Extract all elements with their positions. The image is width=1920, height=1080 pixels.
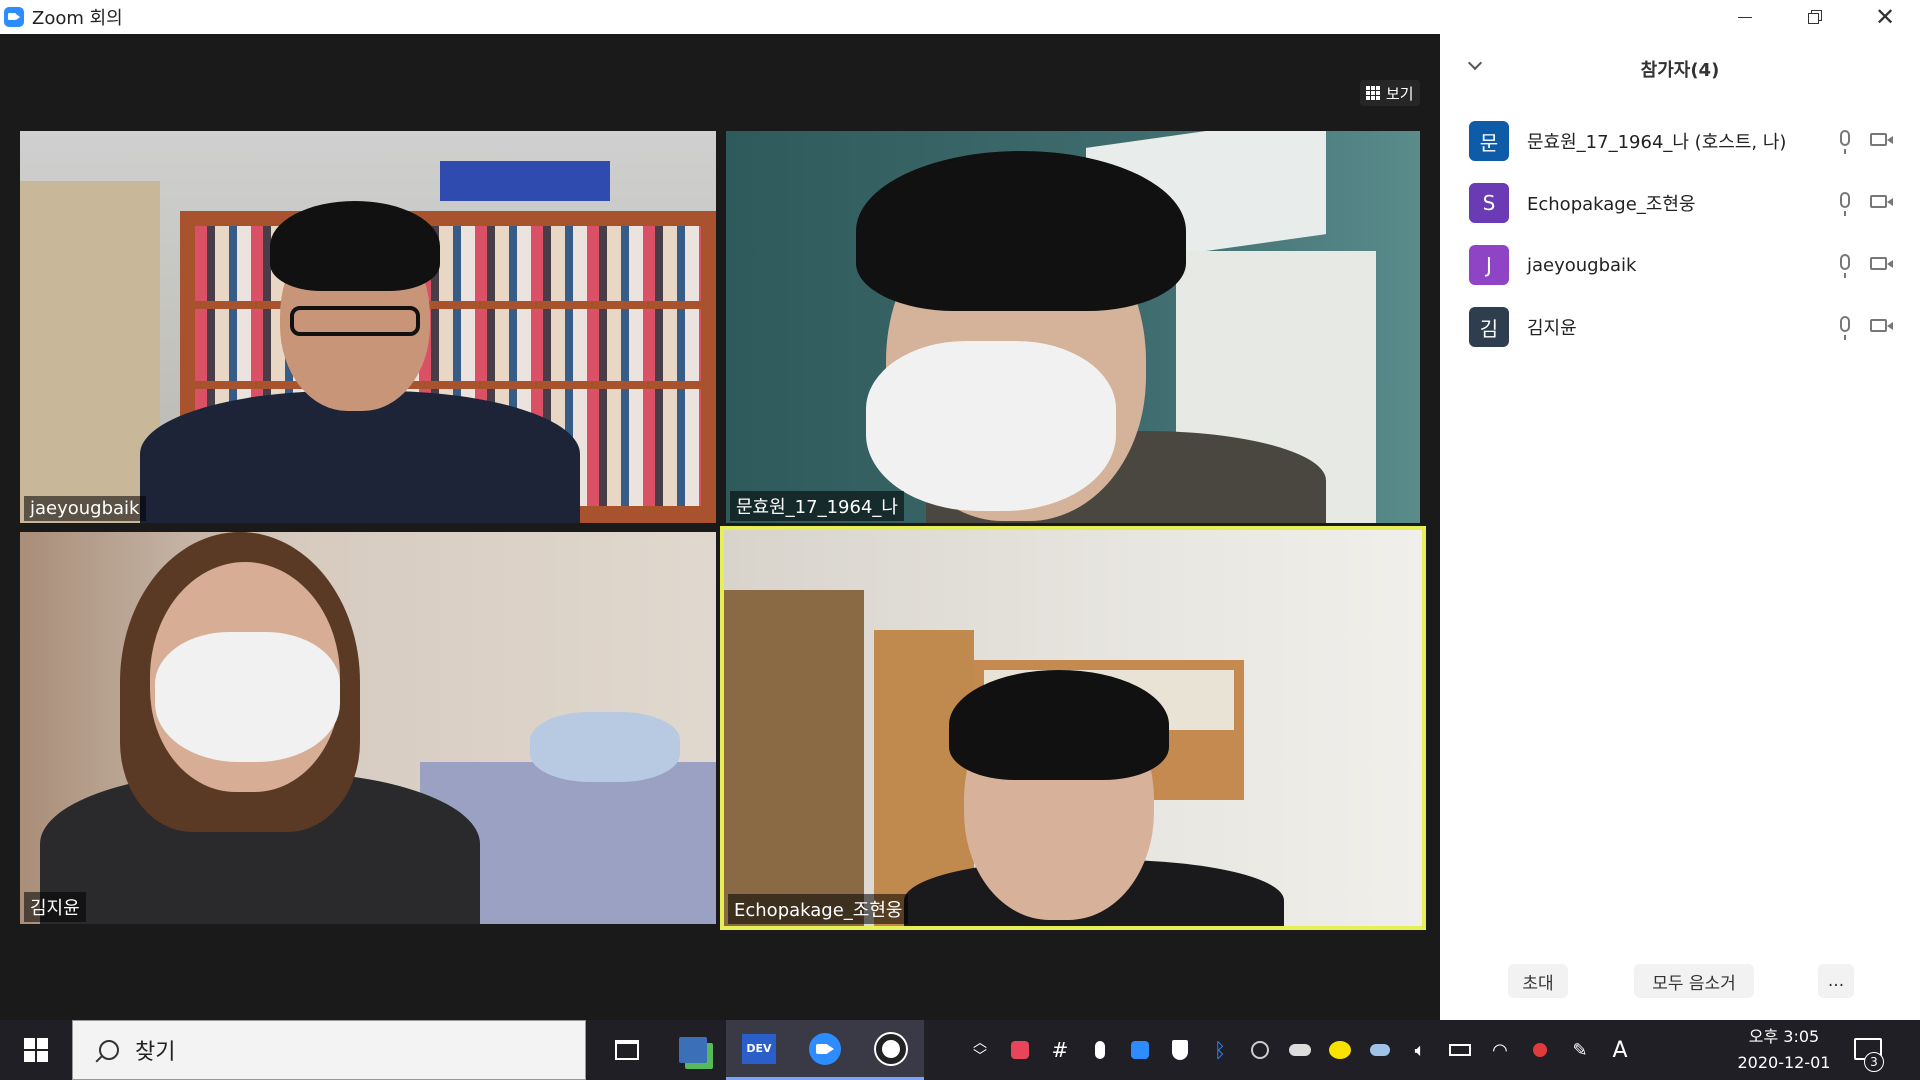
participants-header: 참가자(4): [1440, 34, 1920, 104]
avatar: S: [1469, 183, 1509, 223]
avatar: 김: [1469, 307, 1509, 347]
tray-network-error-icon[interactable]: [1520, 1020, 1560, 1080]
tile-name-label: jaeyougbaik: [24, 496, 146, 521]
restore-icon: [1808, 10, 1822, 24]
participant-row[interactable]: 김 김지윤: [1440, 296, 1920, 358]
start-button[interactable]: [0, 1020, 72, 1080]
taskbar-search-box[interactable]: 찾기: [72, 1020, 586, 1080]
clock-time: 오후 3:05: [1748, 1027, 1820, 1046]
participants-footer: 초대 모두 음소거 ...: [1440, 964, 1920, 1004]
tray-overflow-chevron-icon[interactable]: ︿ ﹀: [960, 1020, 1000, 1080]
participant-name: Echopakage_조현웅: [1527, 194, 1696, 215]
zoom-app-icon: [4, 7, 24, 27]
video-tile-moon[interactable]: 문효원_17_1964_나: [726, 131, 1420, 523]
tray-pen-icon[interactable]: ✎: [1560, 1020, 1600, 1080]
microphone-icon[interactable]: [1840, 316, 1850, 340]
participant-name: 김지윤: [1527, 318, 1577, 339]
participant-row[interactable]: J jaeyougbaik: [1440, 234, 1920, 296]
video-feed: [20, 131, 716, 523]
tray-security-shield-icon[interactable]: [1160, 1020, 1200, 1080]
tray-pocket-icon[interactable]: [1000, 1020, 1040, 1080]
taskbar-clock[interactable]: 오후 3:05 2020-12-01: [1724, 1024, 1844, 1076]
notification-count-badge: 3: [1864, 1052, 1884, 1072]
mute-all-button[interactable]: 모두 음소거: [1634, 964, 1754, 998]
tray-slack-icon[interactable]: #: [1040, 1020, 1080, 1080]
video-camera-icon[interactable]: [1870, 319, 1893, 332]
tray-wifi-icon[interactable]: ◠: [1480, 1020, 1520, 1080]
tray-battery-icon[interactable]: [1440, 1020, 1480, 1080]
tray-kakaotalk-icon[interactable]: [1320, 1020, 1360, 1080]
taskbar-app-other[interactable]: [858, 1020, 924, 1080]
system-tray: ︿ ﹀ # ᛒ 🔈︎ ◠ ✎ A: [960, 1020, 1640, 1080]
participants-panel: 참가자(4) 문 문효원_17_1964_나 (호스트, 나) S Echopa…: [1440, 34, 1920, 1020]
close-icon: ✕: [1874, 3, 1896, 31]
search-placeholder: 찾기: [135, 1040, 176, 1065]
video-feed: [724, 530, 1422, 926]
tray-badge-icon[interactable]: [1240, 1020, 1280, 1080]
taskbar-app-dev[interactable]: DEV: [726, 1020, 792, 1080]
video-camera-icon[interactable]: [1870, 133, 1893, 146]
files-app-icon: [679, 1037, 707, 1063]
avatar: 문: [1469, 121, 1509, 161]
invite-button[interactable]: 초대: [1508, 964, 1568, 998]
video-feed: [726, 131, 1420, 523]
tray-weather-icon[interactable]: [1360, 1020, 1400, 1080]
minimize-button[interactable]: [1710, 0, 1780, 34]
view-button[interactable]: 보기: [1360, 80, 1420, 106]
tile-name-label: 김지윤: [24, 892, 86, 922]
tray-microphone-icon[interactable]: [1080, 1020, 1120, 1080]
microphone-icon[interactable]: [1840, 192, 1850, 216]
participants-title: 참가자(4): [1640, 60, 1720, 81]
search-icon: [99, 1040, 119, 1060]
tray-cloud-icon[interactable]: [1280, 1020, 1320, 1080]
tray-bluetooth-icon[interactable]: ᛒ: [1200, 1020, 1240, 1080]
windows-taskbar: 찾기 DEV ︿ ﹀ # ᛒ 🔈︎ ◠ ✎ A 오후 3:05 2020-12-…: [0, 1020, 1920, 1080]
video-tile-kim[interactable]: 김지윤: [20, 532, 716, 924]
view-label: 보기: [1386, 84, 1414, 103]
ime-label: A: [1612, 1037, 1628, 1063]
video-camera-icon[interactable]: [1870, 257, 1893, 270]
participants-list: 문 문효원_17_1964_나 (호스트, 나) S Echopakage_조현…: [1440, 110, 1920, 358]
microphone-icon[interactable]: [1840, 130, 1850, 154]
participant-row[interactable]: 문 문효원_17_1964_나 (호스트, 나): [1440, 110, 1920, 172]
minimize-icon: [1738, 16, 1752, 18]
dev-app-icon: DEV: [742, 1033, 776, 1064]
taskbar-app-zoom[interactable]: [792, 1020, 858, 1080]
close-button[interactable]: ✕: [1850, 0, 1920, 34]
taskbar-app-files[interactable]: [660, 1020, 726, 1080]
meeting-video-area: 보기 jaeyougbaik 문효원_17_1964_나 김지윤 Echopak…: [0, 34, 1440, 1020]
task-view-icon: [615, 1040, 639, 1060]
participant-name: jaeyougbaik: [1527, 254, 1637, 276]
participant-row[interactable]: S Echopakage_조현웅: [1440, 172, 1920, 234]
task-view-button[interactable]: [594, 1020, 660, 1080]
video-feed: [20, 532, 716, 924]
avatar: J: [1469, 245, 1509, 285]
zoom-icon: [809, 1032, 841, 1065]
tray-zoom-icon[interactable]: [1120, 1020, 1160, 1080]
title-bar: Zoom 회의 ✕: [0, 0, 1920, 34]
more-button[interactable]: ...: [1818, 964, 1854, 998]
video-tile-echopakage[interactable]: Echopakage_조현웅: [720, 526, 1426, 930]
app-icon: [876, 1033, 906, 1064]
ime-indicator[interactable]: A: [1600, 1020, 1640, 1080]
tile-name-label: 문효원_17_1964_나: [730, 491, 904, 521]
windows-logo-icon: [24, 1038, 48, 1062]
grid-view-icon: [1366, 86, 1380, 100]
clock-date: 2020-12-01: [1737, 1053, 1831, 1072]
participant-name: 문효원_17_1964_나 (호스트, 나): [1527, 132, 1787, 153]
window-title: Zoom 회의: [32, 8, 123, 29]
collapse-chevron-icon[interactable]: [1467, 55, 1483, 71]
restore-button[interactable]: [1780, 0, 1850, 34]
video-camera-icon[interactable]: [1870, 195, 1893, 208]
tray-volume-icon[interactable]: 🔈︎: [1400, 1020, 1440, 1080]
video-tile-jaeyougbaik[interactable]: jaeyougbaik: [20, 131, 716, 523]
tile-name-label: Echopakage_조현웅: [728, 894, 909, 924]
microphone-icon[interactable]: [1840, 254, 1850, 278]
